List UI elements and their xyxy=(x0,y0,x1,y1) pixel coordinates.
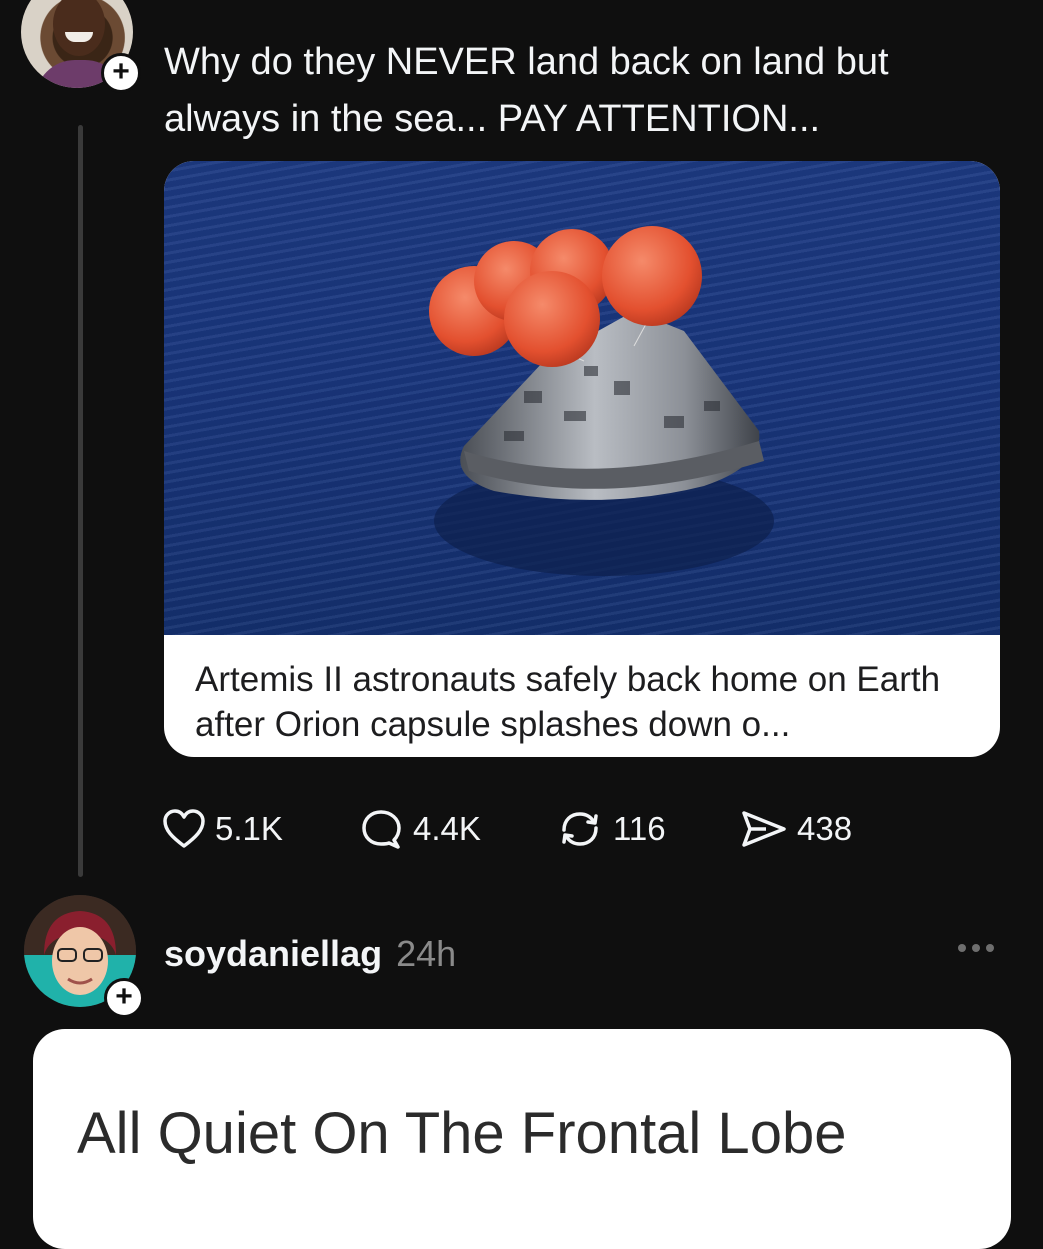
share-count: 438 xyxy=(797,810,853,847)
dot-icon xyxy=(986,944,994,952)
dot-icon xyxy=(958,944,966,952)
repost-button[interactable]: 116 xyxy=(556,806,666,852)
text-card[interactable]: All Quiet On The Frontal Lobe xyxy=(33,1029,1011,1249)
post-author: soydaniellag 24h xyxy=(164,930,456,978)
capsule-illustration xyxy=(429,226,774,576)
link-card-title: Artemis II astronauts safely back home o… xyxy=(195,660,941,744)
post-text: Why do they NEVER land back on land but … xyxy=(164,41,889,140)
reply-button[interactable]: 4.4K xyxy=(360,806,481,852)
like-count: 5.1K xyxy=(215,810,283,847)
avatar-face xyxy=(53,0,105,56)
like-button[interactable]: 5.1K xyxy=(162,806,283,852)
link-preview-card[interactable]: Artemis II astronauts safely back home o… xyxy=(164,161,1000,757)
follow-plus-button[interactable]: + xyxy=(101,53,141,93)
comment-icon xyxy=(362,810,401,849)
repost-icon xyxy=(562,812,598,846)
thread-line xyxy=(78,125,83,877)
card-text: All Quiet On The Frontal Lobe xyxy=(77,1101,847,1166)
more-options-button[interactable] xyxy=(958,944,994,952)
username[interactable]: soydaniellag xyxy=(164,933,382,974)
repost-count: 116 xyxy=(613,810,666,847)
orion-capsule-splashdown-photo xyxy=(164,161,1000,635)
share-button[interactable]: 438 xyxy=(740,806,852,852)
post-time: 24h xyxy=(396,933,457,974)
dot-icon xyxy=(972,944,980,952)
reply-count: 4.4K xyxy=(413,810,481,847)
follow-plus-button[interactable]: + xyxy=(104,978,144,1018)
send-icon xyxy=(742,811,786,847)
heart-icon xyxy=(163,809,205,848)
